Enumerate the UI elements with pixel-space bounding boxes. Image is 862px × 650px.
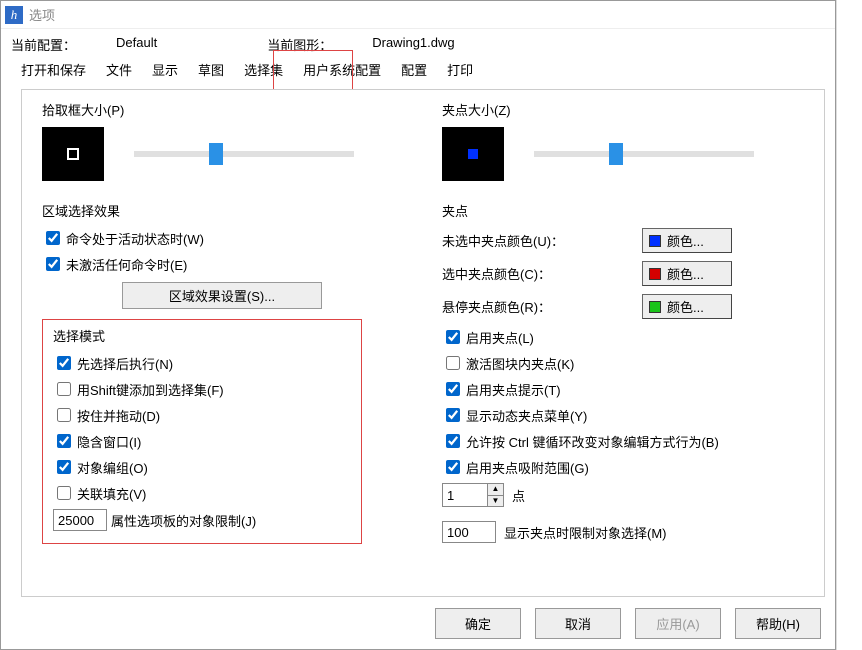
spinner-label: 点	[512, 486, 525, 505]
grips-label: 夹点	[442, 201, 818, 220]
chk-implied-label: 隐含窗口(I)	[77, 432, 141, 451]
gripsize-label: 夹点大小(Z)	[442, 100, 818, 119]
hover-color-button[interactable]: 颜色...	[642, 294, 732, 319]
obj-limit-input[interactable]	[53, 509, 107, 531]
unselected-color-row: 未选中夹点颜色(U)： 颜色...	[442, 228, 732, 253]
obj-limit-label: 属性选项板的对象限制(J)	[111, 511, 256, 530]
chk-press-drag[interactable]	[57, 408, 71, 422]
chk-enable-grip[interactable]	[446, 330, 460, 344]
hover-color-row: 悬停夹点颜色(R)： 颜色...	[442, 294, 732, 319]
apply-button[interactable]: 应用(A)	[635, 608, 721, 639]
config-value: Default	[116, 35, 157, 54]
select-mode-group: 选择模式 先选择后执行(N) 用Shift键添加到选择集(F) 按住并拖动(D)…	[42, 319, 362, 544]
pickbox-preview	[42, 127, 104, 181]
chk-block-grip[interactable]	[446, 356, 460, 370]
chk-assoc-hatch[interactable]	[57, 486, 71, 500]
color-btn-text2: 颜色...	[667, 264, 704, 283]
chk-snap-range[interactable]	[446, 460, 460, 474]
left-column: 拾取框大小(P) 区域选择效果 命令处于活动状态时(W) 未激活任何命令时(E)…	[42, 100, 422, 544]
chk-block-grip-label: 激活图块内夹点(K)	[466, 354, 574, 373]
chk-pre-label: 先选择后执行(N)	[77, 354, 173, 373]
dialog-buttons: 确定 取消 应用(A) 帮助(H)	[435, 608, 821, 639]
titlebar: h 选项	[1, 1, 835, 29]
grip-square-icon	[468, 149, 478, 159]
tab-sketch[interactable]: 草图	[188, 56, 234, 83]
color-swatch-unselected	[649, 235, 661, 247]
unselected-color-button[interactable]: 颜色...	[642, 228, 732, 253]
cancel-button[interactable]: 取消	[535, 608, 621, 639]
window-title: 选项	[29, 5, 55, 24]
chk-active-row: 命令处于活动状态时(W)	[42, 228, 422, 248]
color-swatch-hover	[649, 301, 661, 313]
drawing-value: Drawing1.dwg	[372, 35, 454, 54]
snap-range-input[interactable]	[443, 484, 487, 506]
tab-display[interactable]: 显示	[142, 56, 188, 83]
chk-dyn-menu[interactable]	[446, 408, 460, 422]
chk-inactive-label: 未激活任何命令时(E)	[66, 255, 187, 274]
app-icon: h	[5, 6, 23, 24]
tab-config[interactable]: 配置	[391, 56, 437, 83]
chk-active[interactable]	[46, 231, 60, 245]
chk-pressdrag-label: 按住并拖动(D)	[77, 406, 160, 425]
tab-print[interactable]: 打印	[437, 56, 483, 83]
right-column: 夹点大小(Z) 夹点 未选中夹点颜色(U)： 颜色... 选中夹点颜色(C)：	[442, 100, 818, 543]
gripsize-preview	[442, 127, 504, 181]
chk-implied-window[interactable]	[57, 434, 71, 448]
hover-color-label: 悬停夹点颜色(R)：	[442, 297, 551, 316]
chk-shift-label: 用Shift键添加到选择集(F)	[77, 380, 224, 399]
chk-pre-exec[interactable]	[57, 356, 71, 370]
color-swatch-selected	[649, 268, 661, 280]
tab-file[interactable]: 文件	[96, 56, 142, 83]
gripsize-slider[interactable]	[534, 151, 754, 157]
spinner-buttons[interactable]: ▲ ▼	[487, 484, 503, 506]
chk-enable-grip-label: 启用夹点(L)	[466, 328, 534, 347]
color-btn-text3: 颜色...	[667, 297, 704, 316]
spinner-down-icon[interactable]: ▼	[488, 496, 503, 507]
chk-grip-tip-label: 启用夹点提示(T)	[466, 380, 561, 399]
pickbox-preview-row	[42, 127, 422, 181]
selected-color-row: 选中夹点颜色(C)： 颜色...	[442, 261, 732, 286]
chk-ctrl-label: 允许按 Ctrl 键循环改变对象编辑方式行为(B)	[466, 432, 719, 451]
pickbox-label: 拾取框大小(P)	[42, 100, 422, 119]
chk-group-label: 对象编组(O)	[77, 458, 148, 477]
color-btn-text: 颜色...	[667, 231, 704, 250]
chk-dyn-menu-label: 显示动态夹点菜单(Y)	[466, 406, 587, 425]
grip-obj-limit-label: 显示夹点时限制对象选择(M)	[504, 523, 667, 542]
pickbox-square-icon	[67, 148, 79, 160]
info-row: 当前配置： Default 当前图形： Drawing1.dwg	[1, 29, 835, 56]
select-mode-label: 选择模式	[53, 326, 351, 345]
area-effect-label: 区域选择效果	[42, 201, 422, 220]
chk-active-label: 命令处于活动状态时(W)	[66, 229, 204, 248]
chk-ctrl-cycle[interactable]	[446, 434, 460, 448]
pickbox-slider-thumb[interactable]	[209, 143, 223, 165]
tab-selection[interactable]: 选择集	[234, 56, 293, 83]
tab-user-sys[interactable]: 用户系统配置	[293, 56, 391, 83]
chk-shift-add[interactable]	[57, 382, 71, 396]
tab-open-save[interactable]: 打开和保存	[11, 56, 96, 83]
tab-bar: 打开和保存 文件 显示 草图 选择集 用户系统配置 配置 打印	[1, 56, 835, 83]
right-edge	[836, 0, 862, 650]
unselected-color-label: 未选中夹点颜色(U)：	[442, 231, 564, 250]
chk-hatch-label: 关联填充(V)	[77, 484, 146, 503]
selected-color-label: 选中夹点颜色(C)：	[442, 264, 551, 283]
gripsize-preview-row	[442, 127, 818, 181]
help-button[interactable]: 帮助(H)	[735, 608, 821, 639]
chk-inactive-row: 未激活任何命令时(E)	[42, 254, 422, 274]
chk-inactive[interactable]	[46, 257, 60, 271]
chk-object-group[interactable]	[57, 460, 71, 474]
area-settings-button[interactable]: 区域效果设置(S)...	[122, 282, 322, 309]
drawing-label: 当前图形：	[267, 35, 332, 54]
spinner-up-icon[interactable]: ▲	[488, 484, 503, 496]
chk-grip-tip[interactable]	[446, 382, 460, 396]
ok-button[interactable]: 确定	[435, 608, 521, 639]
pickbox-slider[interactable]	[134, 151, 354, 157]
options-dialog: h 选项 当前配置： Default 当前图形： Drawing1.dwg 打开…	[0, 0, 836, 650]
tab-content: 拾取框大小(P) 区域选择效果 命令处于活动状态时(W) 未激活任何命令时(E)…	[21, 89, 825, 597]
chk-snap-range-label: 启用夹点吸附范围(G)	[466, 458, 589, 477]
config-label: 当前配置：	[11, 35, 76, 54]
snap-range-spinner[interactable]: ▲ ▼	[442, 483, 504, 507]
gripsize-slider-thumb[interactable]	[609, 143, 623, 165]
grip-obj-limit-input[interactable]	[442, 521, 496, 543]
selected-color-button[interactable]: 颜色...	[642, 261, 732, 286]
